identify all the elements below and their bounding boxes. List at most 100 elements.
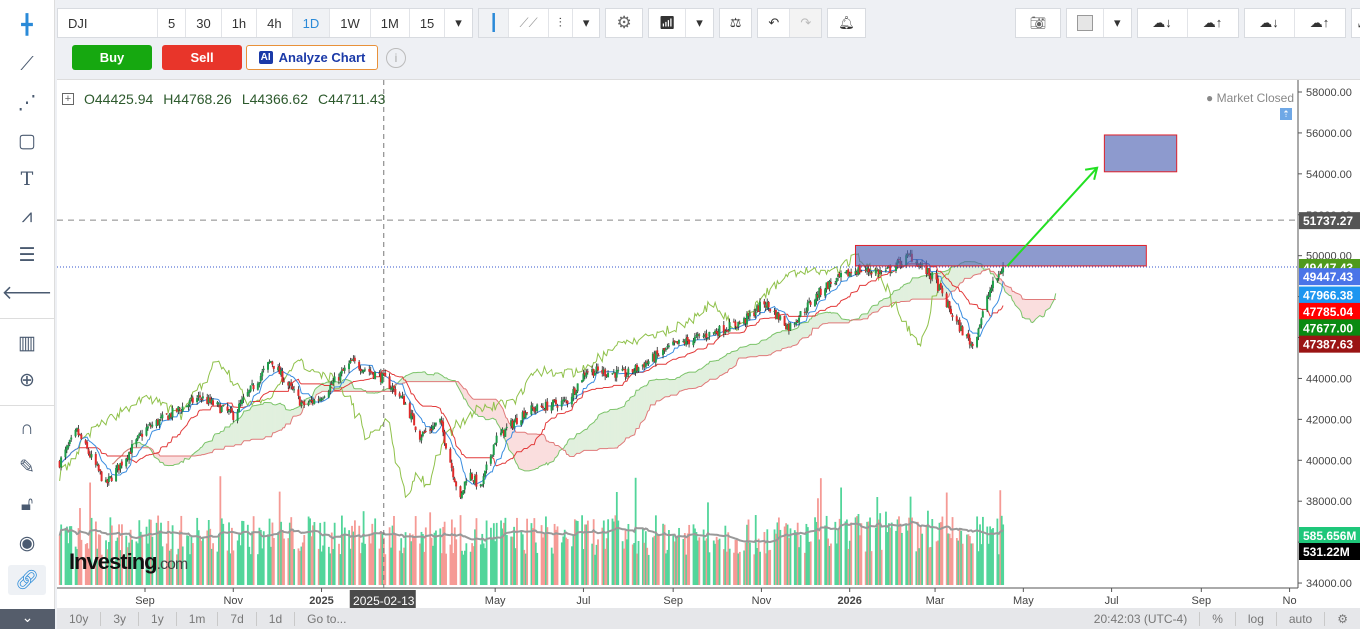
target-rectangle[interactable] xyxy=(1103,134,1178,173)
cloud-segment xyxy=(809,318,812,336)
candlestick-icon[interactable]: ┃ xyxy=(478,9,510,37)
zoom-icon[interactable]: ⊕ xyxy=(8,365,46,395)
axis-settings-gear-icon[interactable]: ⚙ xyxy=(1325,612,1360,626)
magnet-icon[interactable]: ∩ xyxy=(8,414,46,444)
cloud-segment xyxy=(721,355,726,376)
chart-area[interactable]: 58000.0056000.0054000.0052000.0050000.00… xyxy=(57,79,1360,610)
crosshair-date-label: 2025-02-13 xyxy=(353,594,415,608)
compare-scale-icon[interactable]: ⚖ xyxy=(720,9,752,37)
pitchfork-icon[interactable]: ⋰ xyxy=(8,88,46,118)
add-alert-bell-icon[interactable]: 🔔︎ xyxy=(828,9,865,37)
scroll-top-icon[interactable]: ⇡ xyxy=(1280,108,1292,120)
lock-icon[interactable]: 🔓︎ xyxy=(8,490,46,520)
cloud-segment xyxy=(669,379,671,397)
cloud-segment xyxy=(786,330,789,348)
analyze-chart-button[interactable]: AI Analyze Chart xyxy=(246,45,378,70)
chart-type-dropdown-icon[interactable]: ▾ xyxy=(573,9,600,37)
candle xyxy=(582,369,585,382)
cloud-segment xyxy=(219,431,221,450)
undo-icon[interactable]: ↶ xyxy=(758,9,791,37)
candle xyxy=(475,471,478,490)
tf-1d[interactable]: 1D xyxy=(292,9,331,37)
tf-1w[interactable]: 1W xyxy=(330,9,371,37)
crosshair-icon[interactable]: ╋ xyxy=(8,10,46,40)
tf-15[interactable]: 15 xyxy=(410,9,446,37)
time-tick-label: May xyxy=(1013,595,1034,607)
indicators-icon[interactable]: 📶︎ xyxy=(649,9,687,37)
candle xyxy=(238,400,241,413)
volume-bar xyxy=(465,543,468,585)
volume-bar xyxy=(384,554,387,585)
cloud-upload-icon[interactable]: ☁↑ xyxy=(1188,9,1238,37)
candle xyxy=(272,365,275,373)
symbol-input[interactable]: DJI xyxy=(58,9,158,37)
color-box-icon[interactable] xyxy=(1067,9,1104,37)
cloud-segment xyxy=(232,421,234,447)
log-toggle[interactable]: log xyxy=(1236,611,1277,626)
timeframe-dropdown-icon[interactable]: ▾ xyxy=(445,9,472,37)
candle xyxy=(986,294,989,313)
tf-5[interactable]: 5 xyxy=(158,9,187,37)
bar-chart-icon[interactable]: ⫶ xyxy=(549,9,573,37)
settings-gear-icon[interactable]: ⚙ xyxy=(606,9,641,37)
percent-toggle[interactable]: % xyxy=(1200,611,1236,626)
buy-button[interactable]: Buy xyxy=(72,45,152,70)
cloud-segment xyxy=(762,339,767,356)
cloud-upload-icon-2[interactable]: ☁↑ xyxy=(1295,9,1345,37)
pattern-icon[interactable]: ⩘ xyxy=(8,202,46,232)
rectangle-icon[interactable]: ▢ xyxy=(8,126,46,156)
expand-legend-icon[interactable]: + xyxy=(62,93,74,105)
candle xyxy=(615,365,618,382)
color-dropdown-icon[interactable]: ▾ xyxy=(1104,9,1131,37)
cloud-segment xyxy=(1034,299,1036,322)
high-value: H44768.26 xyxy=(163,91,232,107)
cloud-segment xyxy=(675,377,677,396)
tf-1h[interactable]: 1h xyxy=(222,9,258,37)
cloud-segment xyxy=(427,374,433,382)
tf-1m[interactable]: 1M xyxy=(371,9,410,37)
info-icon[interactable]: i xyxy=(386,47,406,68)
range-1y[interactable]: 1y xyxy=(139,611,177,626)
range-3y[interactable]: 3y xyxy=(101,611,140,626)
tf-30[interactable]: 30 xyxy=(186,9,222,37)
auto-toggle[interactable]: auto xyxy=(1277,611,1326,626)
text-icon[interactable]: T xyxy=(8,164,46,194)
indicator-icon[interactable]: ▥ xyxy=(8,328,46,358)
tf-4h[interactable]: 4h xyxy=(257,9,293,37)
go-to-date[interactable]: Go to... xyxy=(295,612,358,626)
collapse-toolbar-button[interactable]: ⌄ xyxy=(0,609,55,629)
cloud-segment xyxy=(1009,287,1011,296)
fullscreen-icon[interactable]: ⤢ xyxy=(1352,9,1360,37)
cloud-download-icon-2[interactable]: ☁↓ xyxy=(1245,9,1295,37)
volume-bar xyxy=(495,522,498,585)
redo-icon[interactable]: ↷ xyxy=(790,9,822,37)
cloud-segment xyxy=(274,404,276,433)
eye-icon[interactable]: ◉ xyxy=(8,528,46,558)
time-tick-label: No xyxy=(1283,595,1297,607)
range-1d[interactable]: 1d xyxy=(257,611,296,626)
trend-line-icon[interactable]: ⟋ xyxy=(8,50,46,80)
pencil-lock-icon[interactable]: ✎ xyxy=(8,452,46,482)
volume-bar xyxy=(586,520,589,585)
link-icon[interactable]: 🔗︎ xyxy=(8,565,46,595)
price-tick-label: 44000.00 xyxy=(1306,373,1352,385)
fib-icon[interactable]: ☰ xyxy=(8,240,46,270)
cloud-download-icon[interactable]: ☁↓ xyxy=(1138,9,1188,37)
line-chart-icon[interactable]: ⟋⟋ xyxy=(509,9,549,37)
camera-icon[interactable]: 📷︎ xyxy=(1016,9,1060,37)
range-10y[interactable]: 10y xyxy=(57,611,102,626)
volume-bar xyxy=(738,551,741,585)
range-7d[interactable]: 7d xyxy=(218,611,257,626)
resistance-rectangle[interactable] xyxy=(854,244,1147,267)
range-1m[interactable]: 1m xyxy=(177,611,219,626)
analyze-chart-label: Analyze Chart xyxy=(278,50,366,65)
back-arrow-icon[interactable]: 🡐 xyxy=(2,278,53,308)
volume-bar xyxy=(556,526,559,585)
cloud-segment xyxy=(779,332,781,351)
cloud-segment xyxy=(524,432,527,471)
indicators-dropdown-icon[interactable]: ▾ xyxy=(686,9,713,37)
price-chart[interactable]: 58000.0056000.0054000.0052000.0050000.00… xyxy=(57,80,1360,610)
cloud-segment xyxy=(485,399,488,420)
volume-bar xyxy=(900,532,903,585)
sell-button[interactable]: Sell xyxy=(162,45,242,70)
